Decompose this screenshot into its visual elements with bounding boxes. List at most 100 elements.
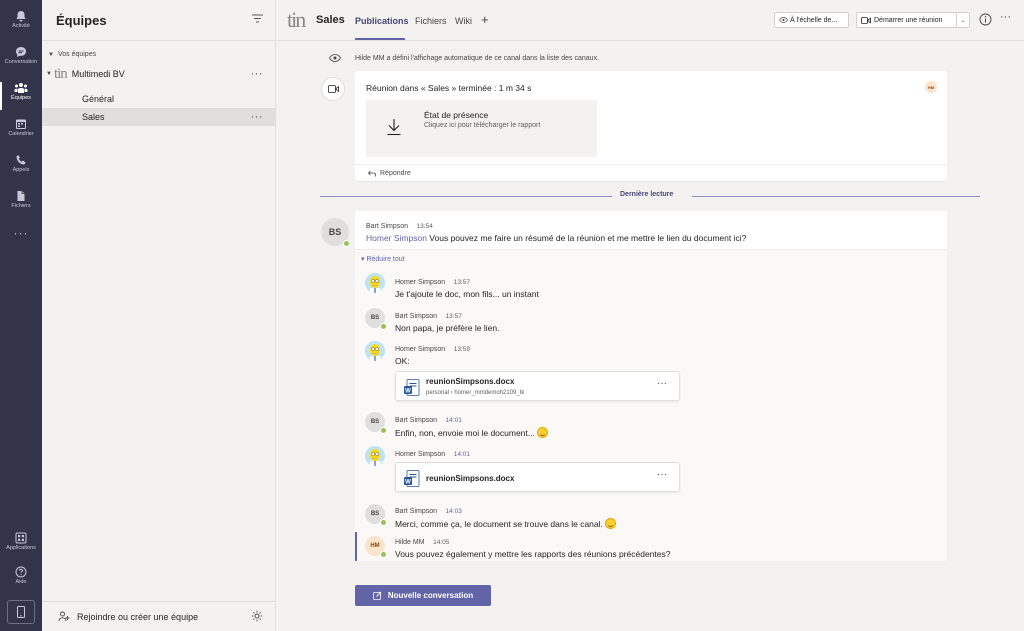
presence-available-icon [380,323,387,330]
message-time: 13:54 [416,223,433,230]
file-name: reunionSimpsons.docx [426,377,515,386]
video-camera-icon [861,16,871,24]
rail-calendar[interactable]: Calendrier [0,114,42,150]
calendar-icon [16,119,26,129]
tab-publications[interactable]: Publications [355,16,409,26]
word-doc-icon: W [404,470,420,487]
rail-label: Applications [6,545,36,551]
message-sender: Bart Simpson [395,508,438,515]
more-options-icon[interactable]: ··· [1000,11,1011,23]
help-icon [15,566,27,578]
rail-files[interactable]: Fichiers [0,186,42,222]
reply-message[interactable]: Bart Simpson 14:01 Enfin, non, envoie mo… [395,414,548,438]
smile-emoji-icon [536,427,548,438]
message-body: Enfin, non, envoie moi le document... [395,428,535,438]
join-create-label: Rejoindre ou créer une équipe [77,611,199,622]
message-body: Merci, comme ça, le document se trouve d… [395,519,603,529]
more-apps-icon[interactable]: ··· [0,226,42,240]
avatar-initials: BS [328,227,342,237]
collapse-all-button[interactable]: ▾ Réduire tout [361,255,405,263]
teams-panel-title: Équipes [56,12,107,28]
avatar-initials: HM [370,543,380,549]
mobile-device-icon[interactable] [7,600,35,624]
add-tab-button[interactable]: + [481,12,489,27]
avatar [365,446,385,466]
teams-panel-header: Équipes [42,0,275,41]
apps-icon [15,532,27,544]
chevron-down-icon[interactable]: ⌄ [956,13,969,27]
more-options-icon[interactable]: ··· [251,111,264,123]
message-time[interactable]: 14:01 [454,451,470,458]
meeting-event-icon [321,77,345,101]
message-sender: Homer Simpson [395,346,446,353]
your-teams-section[interactable]: ▼ Vos équipes [42,51,275,58]
message-sender: Hilde MM [395,539,425,546]
conversation-feed: Hilde MM a défini l'affichage automatiqu… [277,41,1024,561]
channel-view: tin Sales Publications Fichiers Wiki + À… [277,0,1024,631]
file-name: reunionSimpsons.docx [426,474,515,483]
more-options-icon[interactable]: ··· [657,469,667,480]
team-multimedi[interactable]: ▼ tin Multimedi BV ··· [42,66,275,82]
rail-label: Calendrier [8,131,34,137]
reply-message[interactable]: Homer Simpson 13:57 Je t'ajoute le doc, … [395,276,539,299]
scale-button[interactable]: À l'échelle de... [774,12,849,28]
smile-emoji-icon [604,518,616,529]
chevron-down-icon: ▼ [46,71,52,77]
root-message[interactable]: Bart Simpson 13:54 Homer Simpson Vous po… [355,211,947,249]
more-options-icon[interactable]: ··· [251,68,264,80]
presence-available-icon [380,356,385,361]
file-attachment[interactable]: W reunionSimpsons.docx ··· [395,462,680,492]
reply-message[interactable]: Hilde MM 14:05 Vous pouvez également y m… [395,536,670,559]
rail-label: Fichiers [11,203,31,209]
message-time: 13:57 [445,313,462,320]
message-sender: Homer Simpson [395,279,446,286]
teams-panel: Équipes ▼ Vos équipes ▼ tin Multimedi BV… [42,0,276,631]
info-icon[interactable] [979,13,992,26]
reply-message[interactable]: Bart Simpson 14:03 Merci, comme ça, le d… [395,505,616,529]
message-time[interactable]: 14:01 [446,417,462,424]
rail-label: Conversation [4,59,38,65]
start-meeting-button[interactable]: Démarrer une réunion ⌄ [856,12,970,28]
attendance-report-card[interactable]: État de présence Cliquez ici pour téléch… [366,100,597,157]
message-sender: Bart Simpson [395,417,438,424]
reply-message[interactable]: Bart Simpson 13:57 Non papa, je préfère … [395,310,499,333]
message-body: Vous pouvez me faire un résumé de la réu… [426,233,747,243]
rail-teams[interactable]: Équipes [0,78,42,114]
message-time[interactable]: 14:03 [446,508,462,515]
tab-wiki[interactable]: Wiki [455,16,472,26]
reply-button[interactable]: Répondre [355,164,947,181]
reply-message[interactable]: Homer Simpson 13:59 OK: [395,343,470,366]
join-create-team[interactable]: Rejoindre ou créer une équipe [42,601,275,631]
attendance-subtitle: Cliquez ici pour télécharger le rapport [424,122,541,129]
channel-sales[interactable]: Sales ··· [42,108,275,126]
chat-icon [16,47,26,57]
rail-label: Appels [12,167,30,173]
message-text: OK: [395,356,410,366]
mention[interactable]: Homer Simpson [366,233,427,243]
rail-help[interactable]: Aide [0,562,42,598]
more-options-icon[interactable]: ··· [657,378,667,389]
rail-applications[interactable]: Applications [0,528,42,564]
rail-calls[interactable]: Appels [0,150,42,186]
message-text: Vous pouvez également y mettre les rappo… [395,549,671,559]
avatar-initials: BS [370,315,380,321]
presence-available-icon [343,240,350,247]
collapse-label: Réduire tout [366,256,405,263]
tab-files[interactable]: Fichiers [415,16,447,26]
avatar-initials: BS [370,419,380,425]
app-rail: Activité Conversation Équipes Calendrier… [0,0,42,631]
reply-message[interactable]: Homer Simpson 14:01 [395,448,470,458]
new-conversation-button[interactable]: Nouvelle conversation [355,585,491,606]
channel-general[interactable]: Général [42,90,275,108]
meeting-title: Réunion dans « Sales » terminée : 1 m 34… [366,83,532,93]
channel-name: Sales [82,112,105,122]
teams-icon [14,83,28,93]
message-sender: Homer Simpson [395,451,446,458]
filter-icon[interactable] [252,14,263,23]
file-attachment[interactable]: W reunionSimpsons.docx personal › homer_… [395,371,680,401]
word-doc-icon: W [404,379,420,396]
avatar-initials: BS [370,511,380,517]
rail-conversation[interactable]: Conversation [0,42,42,78]
rail-activity[interactable]: Activité [0,6,42,42]
gear-icon[interactable] [251,610,263,622]
